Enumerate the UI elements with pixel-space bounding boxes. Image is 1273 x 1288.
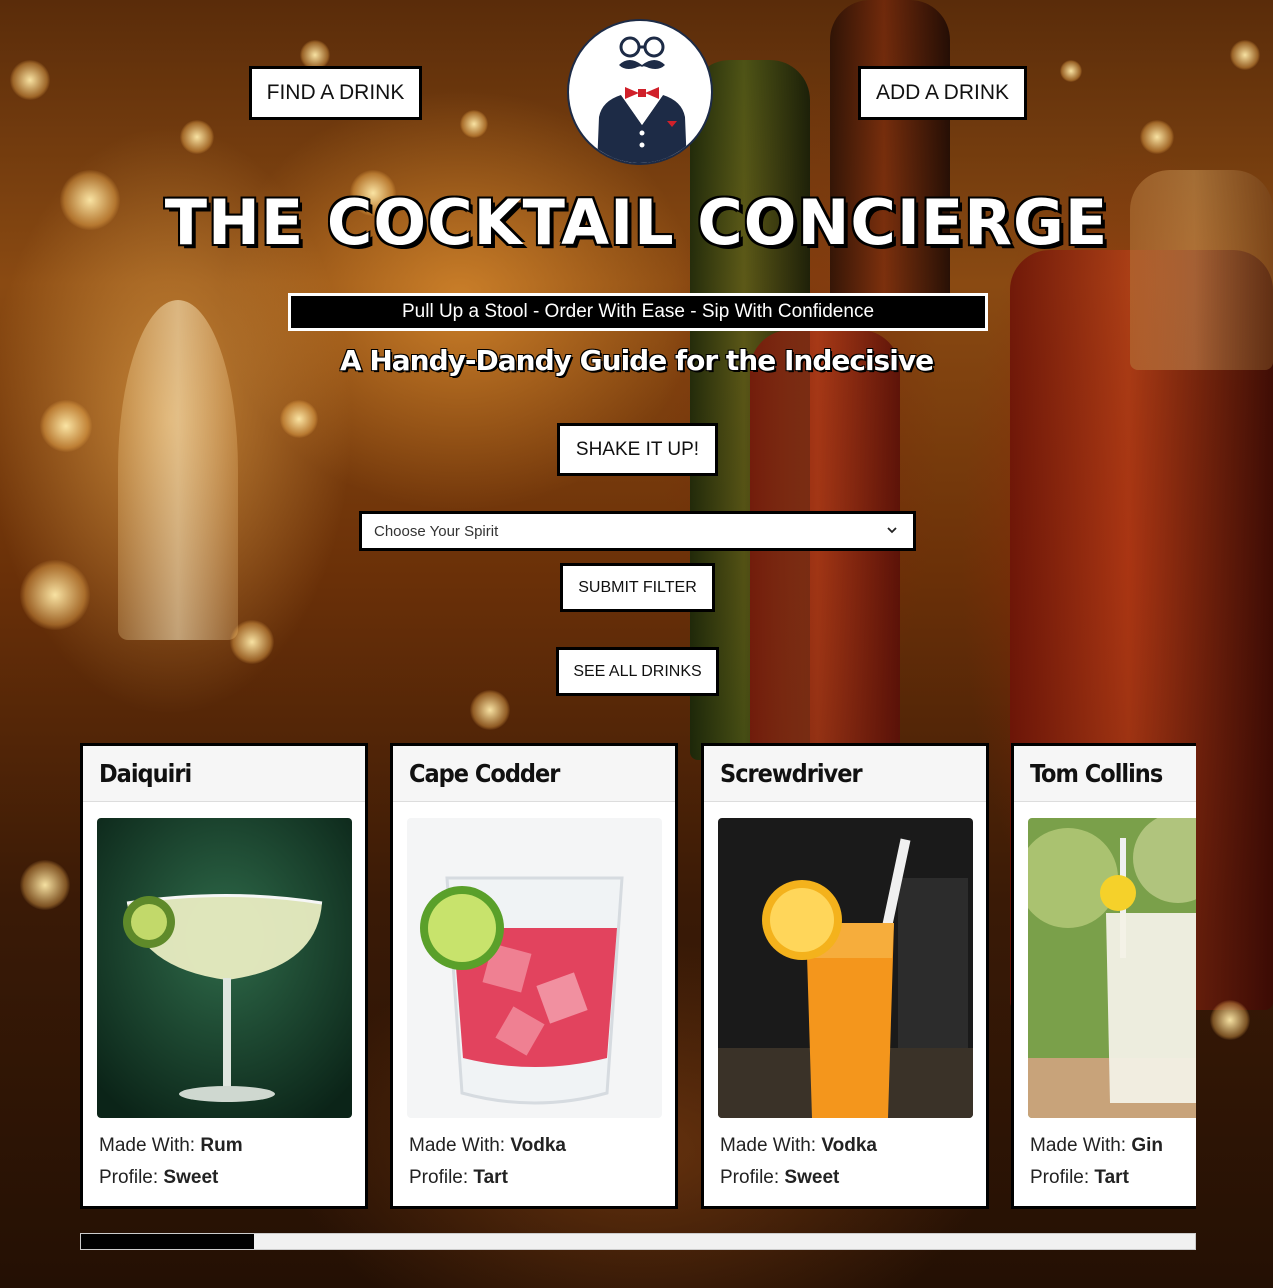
card-title: Tom Collins [1014,746,1196,802]
screwdriver-image [718,818,973,1118]
card-title: Cape Codder [393,746,675,802]
card-profile: Profile: Sweet [99,1167,219,1188]
spirit-select[interactable]: Choose Your Spirit [359,511,916,551]
drink-card-daiquiri[interactable]: Daiquiri Made With: Rum Profile: Sweet [80,743,368,1209]
scrollbar-thumb[interactable] [81,1234,254,1249]
find-drink-button[interactable]: FIND A DRINK [249,66,422,120]
card-title: Daiquiri [83,746,365,802]
card-made-with: Made With: Gin [1030,1135,1164,1156]
card-made-with: Made With: Vodka [720,1135,877,1156]
spirit-select-value: Choose Your Spirit [374,522,499,540]
card-made-with: Made With: Rum [99,1135,243,1156]
drink-card-carousel[interactable]: Daiquiri Made With: Rum Profile: Sweet C… [80,743,1196,1210]
drink-card-screwdriver[interactable]: Screwdriver Made With: Vodka Profile: Sw… [701,743,989,1209]
card-profile: Profile: Sweet [720,1167,840,1188]
tuxedo-mustache-icon [597,36,687,163]
cape-codder-image [407,818,662,1118]
drink-card-cape-codder[interactable]: Cape Codder Made With: Vodka Profile: Ta… [390,743,678,1209]
shake-it-up-button[interactable]: SHAKE IT UP! [557,423,718,476]
subtitle: A Handy-Dandy Guide for the Indecisive [339,344,934,377]
tagline-banner: Pull Up a Stool - Order With Ease - Sip … [288,293,988,331]
carousel-scrollbar[interactable] [80,1233,1196,1250]
concierge-logo [567,19,713,165]
see-all-drinks-button[interactable]: SEE ALL DRINKS [556,647,719,696]
site-title: THE COCKTAIL CONCIERGE [164,186,1109,259]
card-title: Screwdriver [704,746,986,802]
card-made-with: Made With: Vodka [409,1135,566,1156]
drink-card-tom-collins[interactable]: Tom Collins Made With: Gin Profile: Tart [1011,743,1196,1209]
card-profile: Profile: Tart [409,1167,508,1188]
add-drink-button[interactable]: ADD A DRINK [858,66,1027,120]
submit-filter-button[interactable]: SUBMIT FILTER [560,563,715,612]
tom-collins-image [1028,818,1196,1118]
daiquiri-image [97,818,352,1118]
card-profile: Profile: Tart [1030,1167,1129,1188]
chevron-down-icon [887,527,897,534]
